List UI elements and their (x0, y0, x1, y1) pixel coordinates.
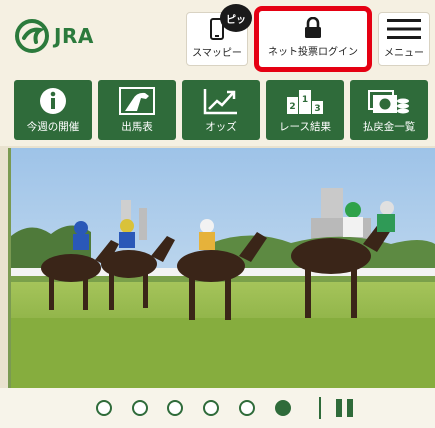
lock-icon (305, 17, 321, 38)
nav-item-entries[interactable]: 出馬表 (98, 80, 176, 140)
podium-icon: 2 1 3 (287, 89, 323, 114)
menu-label: メニュー (384, 48, 424, 59)
hamburger-icon (387, 19, 421, 39)
carousel-dot[interactable] (239, 400, 255, 416)
login-label: ネット投票ログイン (268, 47, 358, 58)
nav-label: 今週の開催 (26, 120, 80, 133)
nav-item-payouts[interactable]: 払戻金一覧 (350, 80, 428, 140)
carousel-dot[interactable] (203, 400, 219, 416)
carousel-dot-active[interactable] (275, 400, 291, 416)
carousel-dot[interactable] (132, 400, 148, 416)
nav-item-race-results[interactable]: 2 1 3 レース結果 (266, 80, 344, 140)
smappy-label: スマッピー (192, 48, 242, 59)
nav-label: 出馬表 (121, 120, 153, 133)
logo-text: JRA (54, 24, 94, 48)
race-photo-image (11, 148, 435, 388)
svg-text:2: 2 (289, 102, 295, 112)
trend-chart-icon (203, 88, 237, 114)
carousel-indicators (0, 388, 435, 428)
jra-logo[interactable]: JRA (14, 18, 94, 54)
carousel-dot[interactable] (167, 400, 183, 416)
nav-item-odds[interactable]: オッズ (182, 80, 260, 140)
pause-icon[interactable] (336, 399, 354, 417)
menu-button[interactable]: メニュー (378, 12, 430, 66)
yen-coins-icon (368, 89, 409, 113)
nav-label: レース結果 (279, 120, 331, 133)
svg-text:3: 3 (314, 104, 320, 114)
indicator-divider (319, 397, 321, 419)
smappy-badge: ピッ (220, 4, 252, 32)
nav-item-this-week[interactable]: 今週の開催 (14, 80, 92, 140)
info-icon (40, 87, 66, 114)
hero-carousel-slide[interactable] (8, 148, 435, 388)
carousel-dot[interactable] (96, 400, 112, 416)
nav-label: オッズ (205, 120, 237, 133)
quick-nav: 今週の開催 出馬表 オッズ 2 1 3 レース結果 払戻金一覧 (0, 76, 435, 146)
jra-logo-mark-icon (15, 19, 49, 53)
net-vote-login-button[interactable]: ネット投票ログイン (254, 6, 372, 72)
site-header: JRA ピッ スマッピー ネット投票ログイン メニュー (0, 0, 435, 76)
nav-label: 払戻金一覧 (362, 120, 416, 133)
horse-head-icon (119, 86, 155, 115)
svg-text:1: 1 (302, 95, 308, 105)
